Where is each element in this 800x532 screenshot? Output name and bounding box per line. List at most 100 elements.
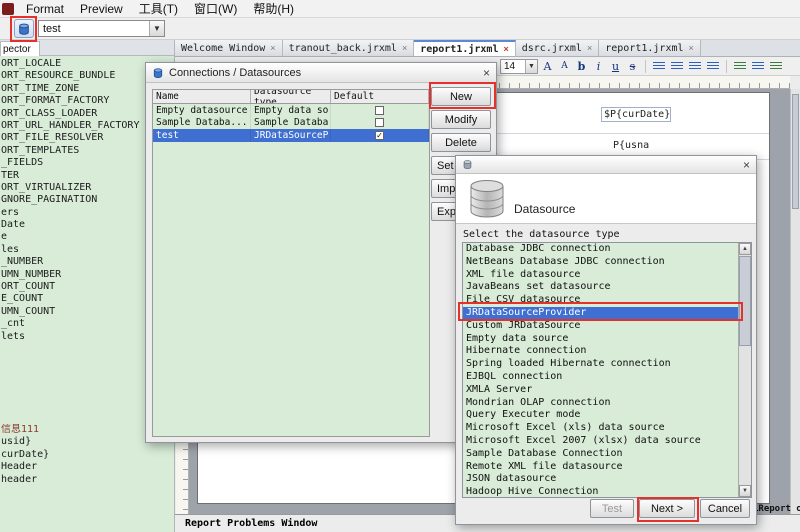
scrollbar-thumb[interactable] [739,256,751,346]
datasource-type-item[interactable]: Mondrian OLAP connection [463,397,738,410]
scroll-down-icon[interactable]: ▼ [739,485,751,497]
table-row[interactable]: test JRDataSourceP... ✓ [153,129,429,142]
datasource-type-item[interactable]: XML file datasource [463,269,738,282]
dialog-titlebar[interactable]: Connections / Datasources × [146,63,496,83]
inspector-tree-item[interactable]: Header [1,461,174,473]
wizard-step-title: Datasource [514,202,576,216]
close-icon[interactable]: × [483,67,490,79]
database-icon [463,160,472,170]
datasource-type-item[interactable]: EJBQL connection [463,371,738,384]
chevron-down-icon[interactable]: ▼ [149,21,164,36]
font-size-combo[interactable]: 14 ▼ [500,58,538,74]
datasource-type-item[interactable]: JavaBeans set datasource [463,281,738,294]
tab-label: report1.jrxml [420,43,499,55]
active-datasource-value: test [43,22,61,35]
default-checkbox[interactable] [375,105,384,115]
tab-close-icon[interactable]: × [270,43,275,53]
dialog-titlebar[interactable]: × [456,156,756,174]
menu-item[interactable]: 帮助(H) [245,0,302,18]
align-middle-icon[interactable] [752,61,764,71]
datasource-type-item[interactable]: Microsoft Excel (xls) data source [463,422,738,435]
cancel-button[interactable]: Cancel [700,499,750,518]
default-checkbox[interactable]: ✓ [375,130,384,140]
inspector-header: pector [0,40,174,56]
datasource-type-list[interactable]: Database JDBC connection NetBeans Databas… [462,242,752,498]
next-button[interactable]: Next > [639,499,695,518]
menu-bar: Format Preview 工具(T) 窗口(W) 帮助(H) [0,0,800,18]
cell-default: ✓ [331,129,429,142]
table-row[interactable]: Empty datasource Empty data so... [153,104,429,117]
test-button[interactable]: Test [590,499,634,518]
datasource-type-item[interactable]: Hadoop Hive Connection [463,486,738,497]
ireport-output-title[interactable]: iReport outp [753,504,800,514]
editor-tab[interactable]: dsrc.jrxml × [515,40,600,56]
datasource-type-item[interactable]: Custom JRDataSource [463,320,738,333]
datasource-type-item[interactable]: Database JDBC connection [463,243,738,256]
datasource-type-item[interactable]: Microsoft Excel 2007 (xlsx) data source [463,435,738,448]
column-header-name[interactable]: Name [153,90,251,103]
datasource-type-item[interactable]: JSON datasource [463,473,738,486]
tab-close-icon[interactable]: × [587,43,592,53]
menu-item[interactable]: Preview [72,1,131,17]
column-header-default[interactable]: Default [331,90,429,103]
menu-item[interactable]: 窗口(W) [186,0,245,18]
cell-default [331,104,429,117]
report-field-usname[interactable]: P{usna [613,140,649,151]
datasource-type-item[interactable]: Empty data source [463,333,738,346]
wizard-header: Datasource [456,174,756,224]
align-justify-icon[interactable] [707,61,719,71]
report-field-curdate[interactable]: $P{curDate} [601,107,671,122]
report-datasources-button[interactable] [14,19,34,38]
strikethrough-button[interactable]: s [625,59,640,74]
align-right-icon[interactable] [689,61,701,71]
editor-tab[interactable]: report1.jrxml × [414,40,516,56]
toolbar-separator [645,59,646,73]
menu-item[interactable]: Format [18,1,72,17]
font-increase-button[interactable]: A [540,59,555,74]
scrollbar-thumb[interactable] [792,94,799,209]
datasource-type-item[interactable]: JRDataSourceProvider [463,306,738,320]
editor-tab[interactable]: report1.jrxml × [599,40,701,56]
inspector-tab[interactable]: pector [0,41,40,56]
menu-item[interactable]: 工具(T) [131,0,186,18]
editor-tab-bar: Welcome Window × tranout_back.jrxml × re… [175,40,800,57]
editor-tab[interactable]: Welcome Window × [175,40,283,56]
inspector-tree-item[interactable]: curDate} [1,449,174,461]
editor-tab[interactable]: tranout_back.jrxml × [282,40,415,56]
canvas-scrollbar[interactable] [790,89,800,514]
font-decrease-button[interactable]: A [557,59,572,74]
report-problems-title[interactable]: Report Problems Window [185,518,317,529]
align-left-icon[interactable] [653,61,665,71]
datasource-type-item[interactable]: Spring loaded Hibernate connection [463,358,738,371]
datasource-type-item[interactable]: File CSV datasource [463,294,738,307]
list-scrollbar[interactable]: ▲ ▼ [738,243,751,497]
datasource-type-item[interactable]: Hibernate connection [463,345,738,358]
cell-default [331,116,429,129]
scroll-up-icon[interactable]: ▲ [739,243,751,255]
italic-button[interactable]: i [591,59,606,74]
dialog-button[interactable]: New [431,87,491,106]
dialog-button[interactable]: Delete [431,133,491,152]
underline-button[interactable]: u [608,59,623,74]
datasource-type-item[interactable]: Query Executer mode [463,409,738,422]
datasource-type-item[interactable]: XMLA Server [463,384,738,397]
bold-button[interactable]: b [574,59,589,74]
datasource-table[interactable]: Name Datasource type Default Empty datas… [152,89,430,437]
align-bottom-icon[interactable] [770,61,782,71]
inspector-tree-item[interactable]: header [1,474,174,486]
datasource-type-item[interactable]: Sample Database Connection [463,448,738,461]
datasource-type-item[interactable]: NetBeans Database JDBC connection [463,256,738,269]
align-center-icon[interactable] [671,61,683,71]
datasource-type-item[interactable]: Remote XML file datasource [463,461,738,474]
tab-close-icon[interactable]: × [503,44,508,54]
active-datasource-combo[interactable]: test ▼ [38,20,165,37]
default-checkbox[interactable] [375,118,384,128]
align-top-icon[interactable] [734,61,746,71]
tab-close-icon[interactable]: × [402,43,407,53]
table-row[interactable]: Sample Databa... Sample Databa... [153,116,429,129]
close-icon[interactable]: × [743,159,750,171]
dialog-button[interactable]: Modify [431,110,491,129]
tab-close-icon[interactable]: × [689,43,694,53]
column-header-type[interactable]: Datasource type [251,90,331,103]
tab-label: dsrc.jrxml [521,42,582,54]
